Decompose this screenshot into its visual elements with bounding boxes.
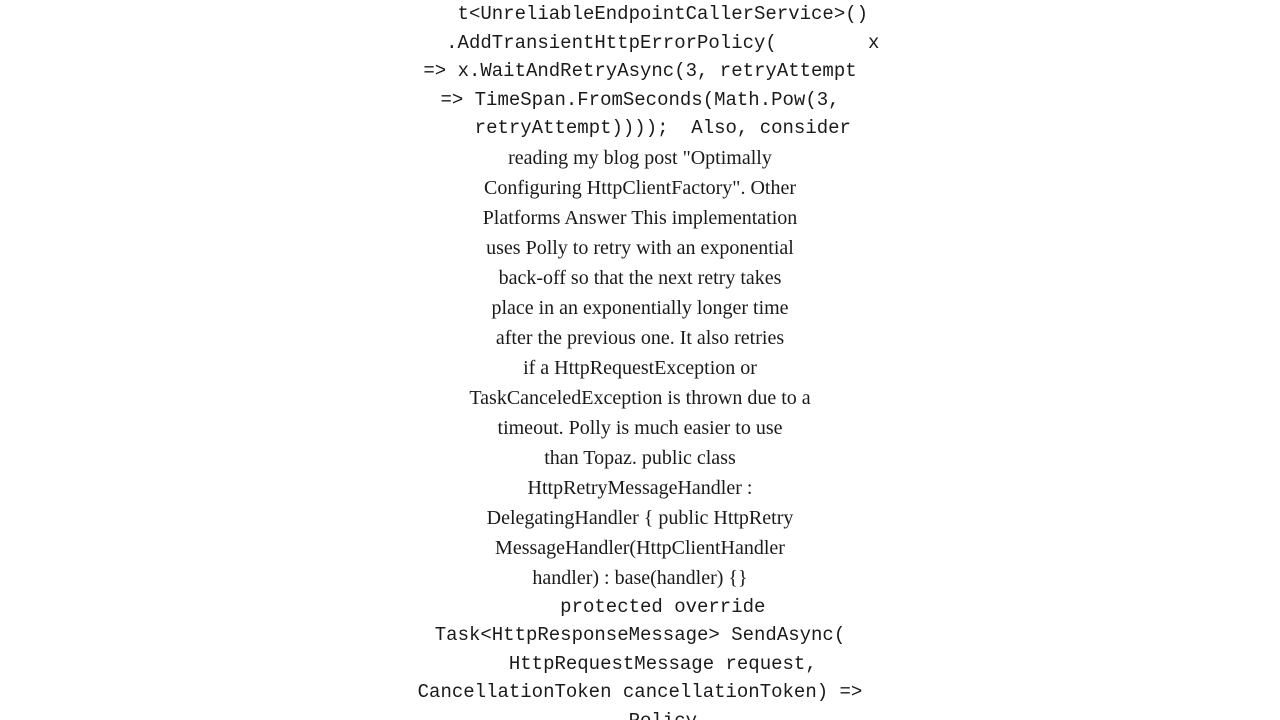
text-block: t<UnreliableEndpointCallerService>() .Ad… [200,0,1080,720]
text-line-8: uses Polly to retry with an exponential [200,233,1080,263]
text-line-17: DelegatingHandler { public HttpRetry [200,503,1080,533]
text-line-2: => x.WaitAndRetryAsync(3, retryAttempt [200,57,1080,86]
text-line-22: HttpRequestMessage request, [200,650,1080,679]
text-line-11: after the previous one. It also retries [200,323,1080,353]
text-line-6: Configuring HttpClientFactory". Other [200,173,1080,203]
text-line-23: CancellationToken cancellationToken) => [200,678,1080,707]
text-line-15: than Topaz. public class [200,443,1080,473]
text-line-3: => TimeSpan.FromSeconds(Math.Pow(3, [200,86,1080,115]
text-line-24: Policy [200,707,1080,720]
text-line-13: TaskCanceledException is thrown due to a [200,383,1080,413]
text-line-14: timeout. Polly is much easier to use [200,413,1080,443]
text-line-7: Platforms Answer This implementation [200,203,1080,233]
text-line-10: place in an exponentially longer time [200,293,1080,323]
text-line-16: HttpRetryMessageHandler : [200,473,1080,503]
text-line-19: handler) : base(handler) {} [200,563,1080,593]
text-line-21: Task<HttpResponseMessage> SendAsync( [200,621,1080,650]
text-line-0: t<UnreliableEndpointCallerService>() [200,0,1080,29]
text-line-1: .AddTransientHttpErrorPolicy( x [200,29,1080,58]
text-line-5: reading my blog post "Optimally [200,143,1080,173]
text-line-9: back-off so that the next retry takes [200,263,1080,293]
text-line-12: if a HttpRequestException or [200,353,1080,383]
main-content: t<UnreliableEndpointCallerService>() .Ad… [0,0,1280,720]
text-line-4: retryAttempt)))); Also, consider [200,114,1080,143]
text-line-20: protected override [200,593,1080,622]
text-line-18: MessageHandler(HttpClientHandler [200,533,1080,563]
